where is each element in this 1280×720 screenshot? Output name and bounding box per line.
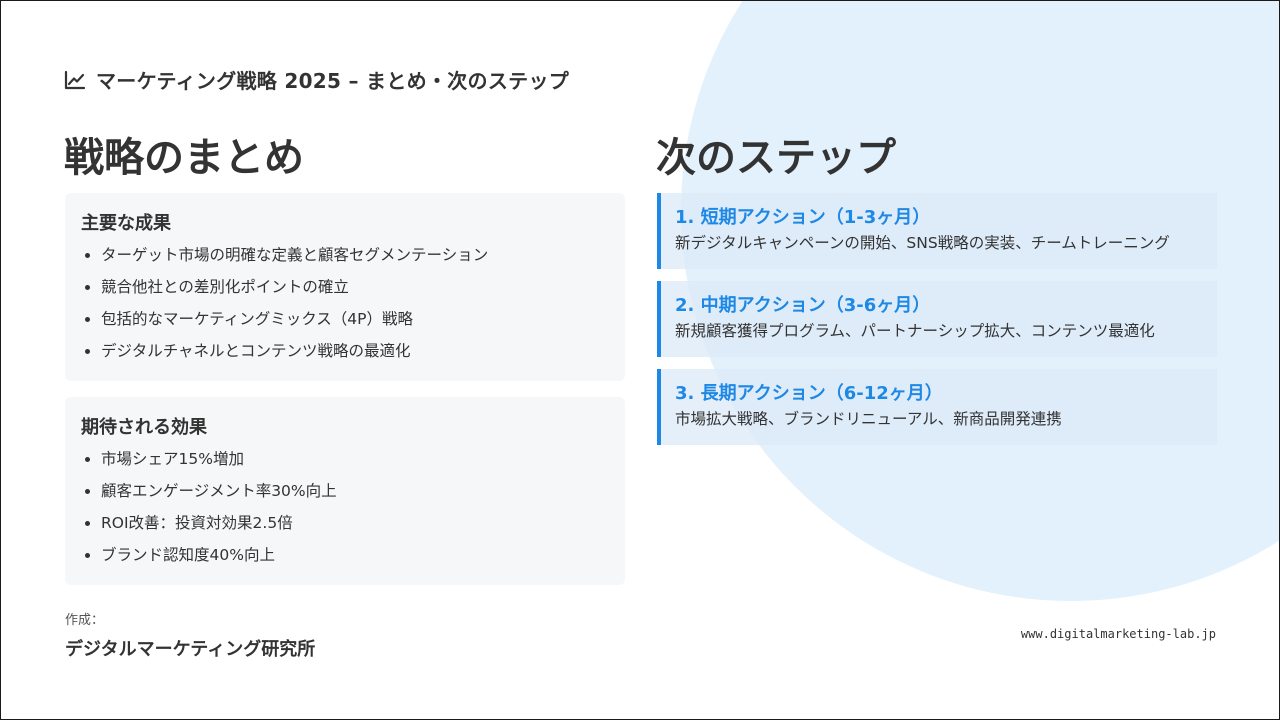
list-item: 顧客エンゲージメント率30%向上 bbox=[81, 475, 609, 507]
step-title: 2. 中期アクション（3-6ヶ月） bbox=[675, 295, 931, 316]
step-description: 新デジタルキャンペーンの開始、SNS戦略の実装、チームトレーニング bbox=[675, 234, 1170, 252]
list-item: ブランド認知度40%向上 bbox=[81, 539, 609, 571]
effects-card: 期待される効果 市場シェア15%増加 顧客エンゲージメント率30%向上 ROI改… bbox=[65, 397, 625, 585]
slide-title: マーケティング戦略 2025 – まとめ・次のステップ bbox=[96, 69, 570, 93]
achievements-list: ターゲット市場の明確な定義と顧客セグメンテーション 競合他社との差別化ポイントの… bbox=[81, 239, 609, 367]
list-item: ターゲット市場の明確な定義と顧客セグメンテーション bbox=[81, 239, 609, 271]
author-label: 作成： bbox=[65, 613, 105, 628]
step-description: 新規顧客獲得プログラム、パートナーシップ拡大、コンテンツ最適化 bbox=[675, 322, 1155, 340]
achievements-card: 主要な成果 ターゲット市場の明確な定義と顧客セグメンテーション 競合他社との差別… bbox=[65, 193, 625, 381]
step-title: 3. 長期アクション（6-12ヶ月） bbox=[675, 383, 943, 404]
author-name: デジタルマーケティング研究所 bbox=[65, 639, 316, 660]
list-item: 市場シェア15%増加 bbox=[81, 443, 609, 475]
step-description: 市場拡大戦略、ブランドリニューアル、新商品開発連携 bbox=[675, 410, 1062, 428]
slide: マーケティング戦略 2025 – まとめ・次のステップ 戦略のまとめ 主要な成果… bbox=[0, 0, 1280, 720]
effects-title: 期待される効果 bbox=[81, 417, 207, 438]
website-url: www.digitalmarketing-lab.jp bbox=[1020, 627, 1216, 641]
achievements-title: 主要な成果 bbox=[81, 213, 171, 234]
summary-heading: 戦略のまとめ bbox=[64, 135, 304, 181]
slide-header: マーケティング戦略 2025 – まとめ・次のステップ bbox=[64, 65, 569, 94]
next-steps-heading: 次のステップ bbox=[656, 135, 896, 181]
step-long-term: 3. 長期アクション（6-12ヶ月） 市場拡大戦略、ブランドリニューアル、新商品… bbox=[657, 369, 1217, 445]
line-chart-icon bbox=[64, 70, 86, 89]
list-item: 包括的なマーケティングミックス（4P）戦略 bbox=[81, 303, 609, 335]
list-item: デジタルチャネルとコンテンツ戦略の最適化 bbox=[81, 335, 609, 367]
list-item: 競合他社との差別化ポイントの確立 bbox=[81, 271, 609, 303]
step-title: 1. 短期アクション（1-3ヶ月） bbox=[675, 207, 931, 228]
step-short-term: 1. 短期アクション（1-3ヶ月） 新デジタルキャンペーンの開始、SNS戦略の実… bbox=[657, 193, 1217, 269]
effects-list: 市場シェア15%増加 顧客エンゲージメント率30%向上 ROI改善：投資対効果2… bbox=[81, 443, 609, 571]
step-mid-term: 2. 中期アクション（3-6ヶ月） 新規顧客獲得プログラム、パートナーシップ拡大… bbox=[657, 281, 1217, 357]
list-item: ROI改善：投資対効果2.5倍 bbox=[81, 507, 609, 539]
